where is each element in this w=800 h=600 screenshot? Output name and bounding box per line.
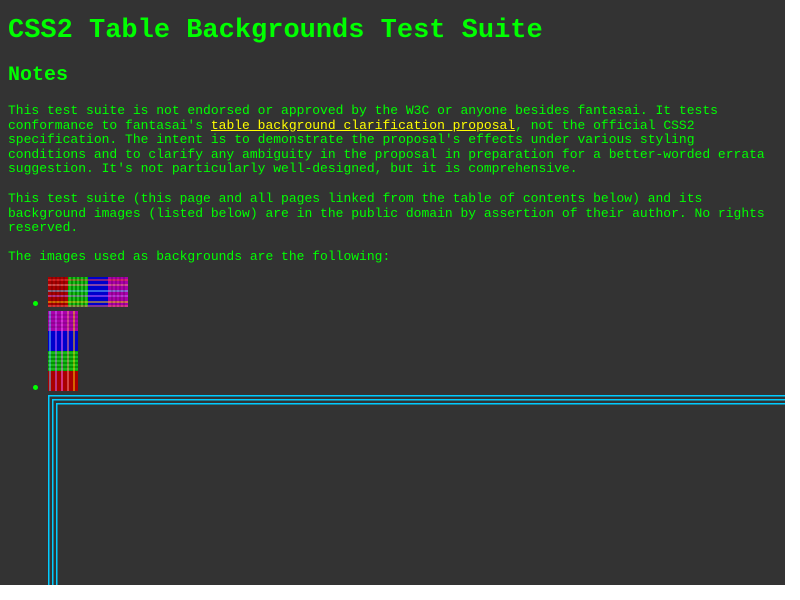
horizontal-stripes-image bbox=[48, 277, 128, 307]
table-border-image bbox=[48, 395, 785, 585]
vertical-stripes-image bbox=[48, 311, 78, 391]
notes-heading: Notes bbox=[8, 64, 69, 87]
page-title: CSS2 Table Backgrounds Test Suite bbox=[8, 16, 543, 46]
list-bullet bbox=[33, 385, 38, 390]
clarification-proposal-link[interactable]: table background clarification proposal bbox=[211, 118, 515, 133]
notes-paragraph-1: This test suite is not endorsed or appro… bbox=[8, 103, 778, 177]
images-intro-text: The images used as backgrounds are the f… bbox=[8, 249, 391, 264]
page: CSS2 Table Backgrounds Test Suite Notes … bbox=[0, 0, 785, 585]
notes-paragraph-2: This test suite (this page and all pages… bbox=[8, 191, 765, 236]
list-bullet bbox=[33, 301, 38, 306]
